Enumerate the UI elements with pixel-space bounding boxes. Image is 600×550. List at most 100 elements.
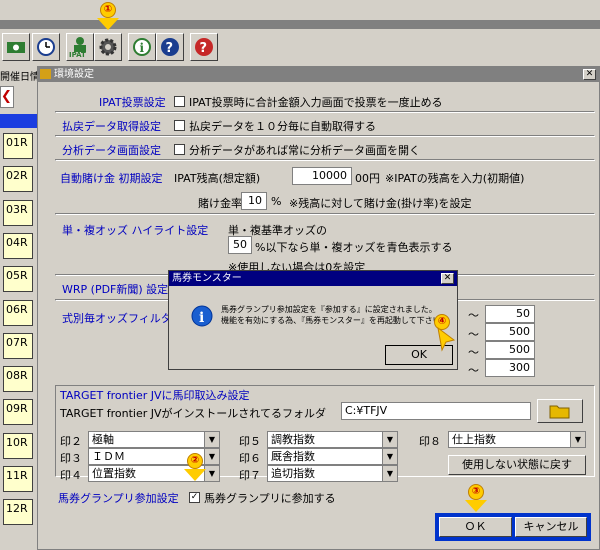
race-button[interactable]: 01R <box>3 133 33 159</box>
race-button[interactable]: 11R <box>3 466 33 492</box>
mark-2-value: 極軸 <box>92 433 114 446</box>
info-icon: i <box>191 305 213 327</box>
odds-filter-input-1[interactable]: 50 <box>485 305 535 323</box>
payout-text: 払戻データを１０分毎に自動取得する <box>189 120 376 133</box>
odds-highlight-input[interactable]: 50 <box>228 236 252 254</box>
mark-6-select[interactable]: 厩舎指数 ▼ <box>267 448 398 465</box>
cancel-button[interactable]: キャンセル <box>515 517 587 537</box>
marker-2-arrow <box>184 469 206 481</box>
odds-filter-input-2[interactable]: 500 <box>485 323 535 341</box>
message-dialog: 馬券モンスター ✕ i 馬券グランプリ参加設定を『参加する』に設定されました。 … <box>168 270 458 370</box>
help-red-icon[interactable]: ? <box>190 33 218 61</box>
mark-5-value: 調教指数 <box>271 433 315 446</box>
mark-8-value: 仕上指数 <box>452 433 496 446</box>
rate-unit: % <box>271 195 282 208</box>
target-folder-input[interactable]: C:¥TFJV <box>341 402 531 420</box>
back-arrow-icon[interactable]: ❮ <box>0 86 14 108</box>
rate-input[interactable]: 10 <box>241 192 267 210</box>
marker-4-arrow <box>437 326 456 352</box>
mark-6-value: 厩舎指数 <box>271 450 315 463</box>
divider <box>55 159 595 161</box>
chevron-down-icon: ▼ <box>204 449 219 464</box>
folder-icon <box>549 405 570 419</box>
race-button[interactable]: 09R <box>3 399 33 426</box>
mark-4-label: 印４ <box>60 469 82 482</box>
mark-5-label: 印５ <box>239 435 261 448</box>
race-button[interactable]: 04R <box>3 232 33 259</box>
reset-marks-button[interactable]: 使用しない状態に戻す <box>448 455 586 475</box>
money-icon[interactable] <box>2 33 30 61</box>
race-button[interactable]: 12R <box>3 499 33 526</box>
analysis-text: 分析データがあれば常に分析データ画面を開く <box>189 144 420 157</box>
mark-2-label: 印２ <box>60 435 82 448</box>
ipat-vote-checkbox[interactable] <box>174 96 185 107</box>
analysis-label: 分析データ画面設定 <box>62 144 161 157</box>
chevron-down-icon: ▼ <box>382 432 397 447</box>
ipat-icon[interactable]: IPAT <box>66 33 94 61</box>
odds-filter-label: 式別毎オッズフィルタ <box>62 312 172 325</box>
mark-8-label: 印８ <box>419 435 441 448</box>
toolbar: IPAT i ? ? <box>0 30 600 67</box>
mark-8-select[interactable]: 仕上指数 ▼ <box>448 431 586 448</box>
payout-checkbox[interactable] <box>174 120 185 131</box>
window-title: 環境設定 <box>54 69 94 80</box>
marker-1-arrow <box>97 18 119 30</box>
clock-icon[interactable] <box>32 33 60 61</box>
odds-highlight-label: 単・複オッズ ハイライト設定 <box>62 224 209 237</box>
odds-filter-tilde-1: ～ <box>468 309 479 322</box>
mark-4-value: 位置指数 <box>92 467 136 480</box>
mark-5-select[interactable]: 調教指数 ▼ <box>267 431 398 448</box>
analysis-checkbox[interactable] <box>174 144 185 155</box>
race-button[interactable]: 02R <box>3 166 33 193</box>
mark-7-select[interactable]: 追切指数 ▼ <box>267 465 398 482</box>
gear-icon[interactable] <box>94 33 122 61</box>
info-icon[interactable]: i <box>128 33 156 61</box>
divider <box>55 135 595 137</box>
ipat-vote-text: IPAT投票時に合計金額入力画面で投票を一度止める <box>189 96 443 109</box>
left-panel: 開催日情 ❮ 01R 02R 03R 04R 05R 06R 07R 08R 09R 10R 11R… <box>0 66 40 550</box>
race-button[interactable]: 10R <box>3 432 33 459</box>
race-button[interactable]: 03R <box>3 199 33 226</box>
race-button[interactable]: 08R <box>3 366 33 393</box>
mark-7-label: 印７ <box>239 469 261 482</box>
balance-note: ※IPATの残高を入力(初期値) <box>385 172 525 185</box>
close-icon[interactable]: ✕ <box>583 69 596 80</box>
dialog-close-icon[interactable]: ✕ <box>441 273 454 284</box>
window-icon <box>40 69 51 79</box>
svg-text:i: i <box>199 310 204 326</box>
svg-text:?: ? <box>200 41 208 56</box>
grand-prix-checkbox[interactable]: ✓ <box>189 492 200 503</box>
divider <box>55 111 595 113</box>
odds-filter-input-4[interactable]: 300 <box>485 359 535 377</box>
odds-highlight-line2: %以下なら単・複オッズを青色表示する <box>255 241 453 254</box>
odds-filter-tilde-4: ～ <box>468 364 479 377</box>
race-button[interactable]: 06R <box>3 299 33 326</box>
balance-unit: 00円 <box>355 172 380 185</box>
folder-button[interactable] <box>537 399 583 423</box>
marker-3-arrow <box>465 500 487 512</box>
mark-3-value: ＩＤＭ <box>92 450 125 463</box>
odds-filter-input-3[interactable]: 500 <box>485 341 535 359</box>
chevron-down-icon: ▼ <box>204 466 219 481</box>
balance-input[interactable]: 10000 <box>292 167 352 185</box>
settings-titlebar: 環境設定 ✕ <box>38 67 599 82</box>
marker-2: ② <box>187 453 203 469</box>
dialog-message-2: 機能を有効にする為、『馬券モンスター』を再起動して下さい。 <box>221 316 449 325</box>
dialog-message-1: 馬券グランプリ参加設定を『参加する』に設定されました。 <box>221 305 437 314</box>
dialog-titlebar: 馬券モンスター ✕ <box>169 271 457 286</box>
dialog-title: 馬券モンスター <box>172 273 242 284</box>
ok-button[interactable]: ＯＫ <box>439 517 512 537</box>
ipat-vote-label: IPAT投票設定 <box>99 96 166 109</box>
odds-filter-tilde-2: ～ <box>468 328 479 341</box>
chevron-down-icon: ▼ <box>570 432 585 447</box>
race-button[interactable]: 07R <box>3 332 33 359</box>
grand-prix-label: 馬券グランプリ参加設定 <box>58 492 179 505</box>
help-icon[interactable]: ? <box>156 33 184 61</box>
svg-text:i: i <box>140 41 145 55</box>
race-button[interactable]: 05R <box>3 266 33 293</box>
marker-1: ① <box>100 2 116 18</box>
left-blue-bar <box>0 114 40 128</box>
target-group-label: TARGET frontier JVに馬印取込み設定 <box>60 387 250 403</box>
mark-2-select[interactable]: 極軸 ▼ <box>88 431 220 448</box>
chevron-down-icon: ▼ <box>204 432 219 447</box>
